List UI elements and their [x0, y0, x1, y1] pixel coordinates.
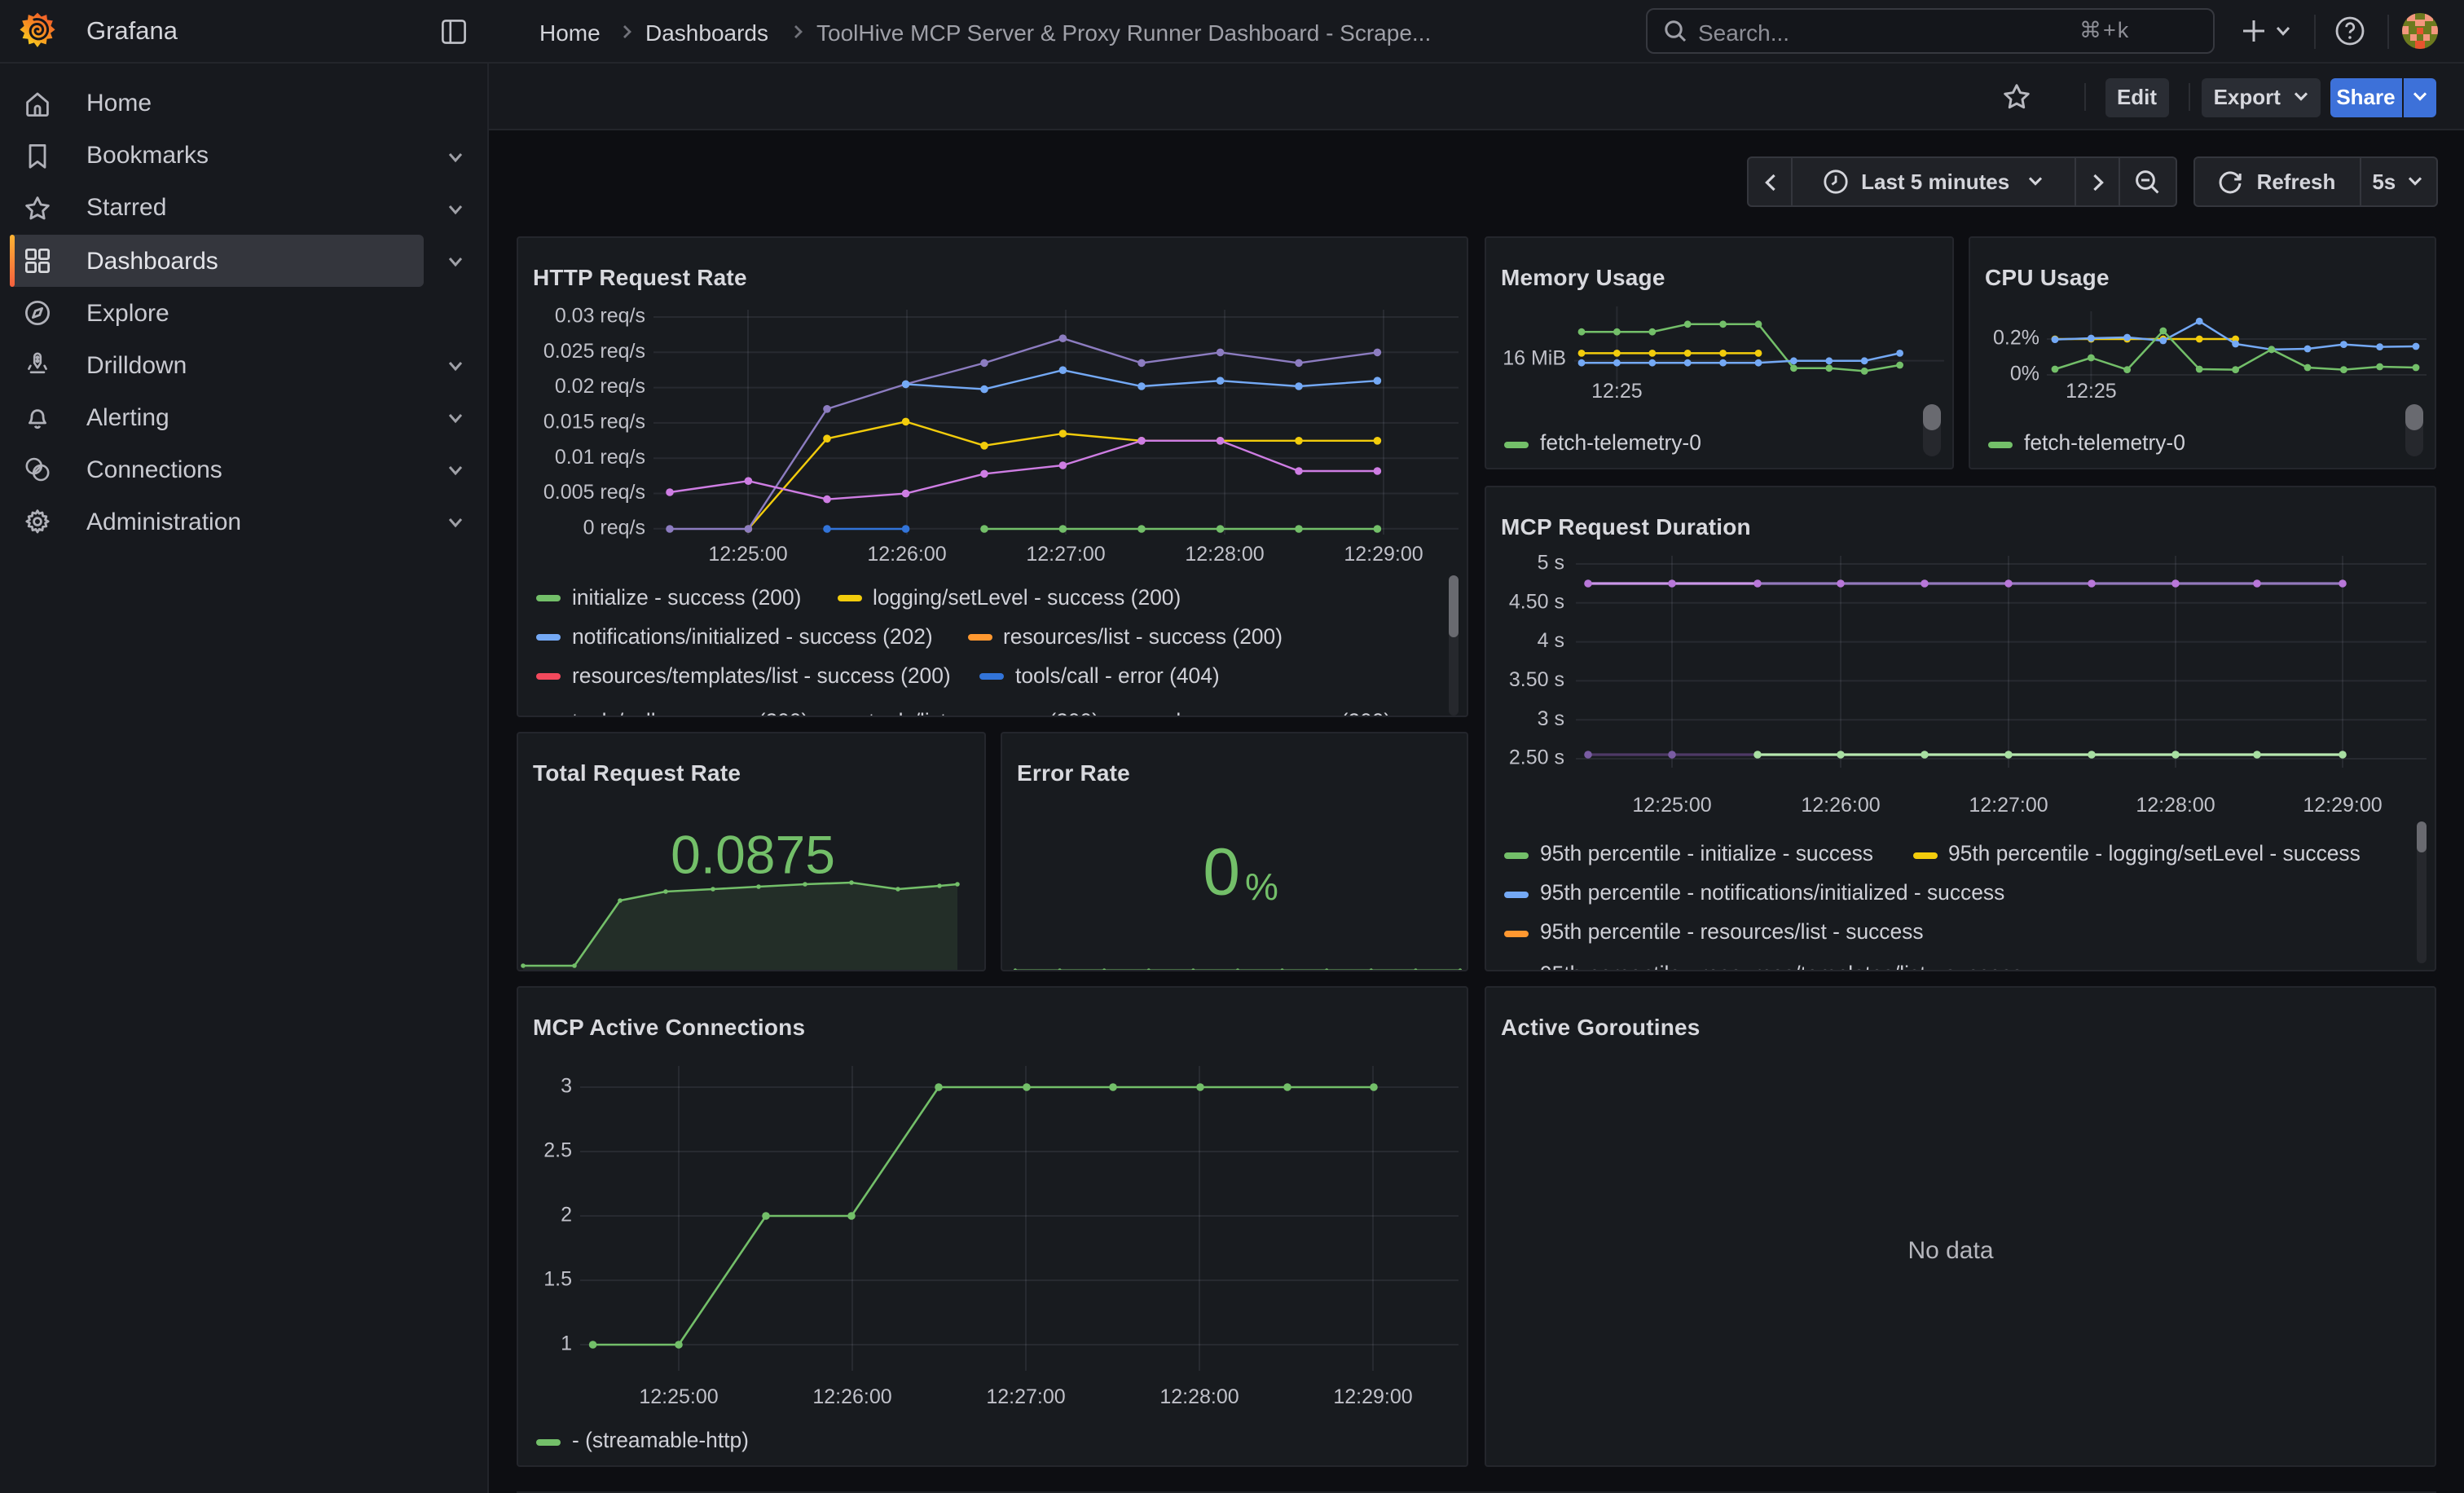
svg-text:0.2%: 0.2%: [1993, 327, 2039, 350]
svg-text:0.03 req/s: 0.03 req/s: [555, 305, 645, 328]
svg-text:12:25:00: 12:25:00: [639, 1385, 718, 1408]
svg-text:12:25: 12:25: [1591, 380, 1643, 403]
svg-text:0.005 req/s: 0.005 req/s: [543, 481, 645, 504]
svg-text:12:26:00: 12:26:00: [1801, 794, 1880, 817]
svg-text:12:27:00: 12:27:00: [1969, 794, 2048, 817]
svg-text:0: 0: [1203, 835, 1240, 909]
svg-text:12:25:00: 12:25:00: [1632, 794, 1711, 817]
svg-text:12:26:00: 12:26:00: [867, 543, 946, 566]
svg-text:12:29:00: 12:29:00: [2303, 794, 2382, 817]
svg-text:2: 2: [561, 1204, 572, 1227]
svg-text:4 s: 4 s: [1538, 629, 1564, 652]
svg-text:4.50 s: 4.50 s: [1509, 590, 1564, 613]
svg-text:0.01 req/s: 0.01 req/s: [555, 446, 645, 469]
svg-text:2.50 s: 2.50 s: [1509, 746, 1564, 769]
svg-text:12:25: 12:25: [2066, 380, 2117, 403]
svg-text:12:27:00: 12:27:00: [986, 1385, 1065, 1408]
svg-text:12:27:00: 12:27:00: [1026, 543, 1105, 566]
svg-text:12:28:00: 12:28:00: [1185, 543, 1264, 566]
svg-text:1.5: 1.5: [543, 1268, 572, 1291]
svg-text:0%: 0%: [2010, 363, 2039, 385]
svg-text:2.5: 2.5: [543, 1139, 572, 1162]
svg-text:3: 3: [561, 1075, 572, 1098]
svg-text:0.0875: 0.0875: [671, 824, 835, 884]
svg-text:%: %: [1245, 865, 1278, 908]
svg-text:16 MiB: 16 MiB: [1503, 347, 1566, 370]
svg-text:3.50 s: 3.50 s: [1509, 668, 1564, 691]
svg-text:0.02 req/s: 0.02 req/s: [555, 375, 645, 398]
svg-text:3 s: 3 s: [1538, 707, 1564, 730]
svg-text:0 req/s: 0 req/s: [583, 516, 645, 539]
svg-text:1: 1: [561, 1332, 572, 1355]
svg-text:12:29:00: 12:29:00: [1333, 1385, 1412, 1408]
svg-text:12:29:00: 12:29:00: [1344, 543, 1423, 566]
svg-text:12:28:00: 12:28:00: [2136, 794, 2215, 817]
svg-text:12:28:00: 12:28:00: [1159, 1385, 1239, 1408]
svg-text:12:26:00: 12:26:00: [812, 1385, 891, 1408]
svg-text:0.025 req/s: 0.025 req/s: [543, 340, 645, 363]
svg-text:0.015 req/s: 0.015 req/s: [543, 411, 645, 434]
svg-text:5 s: 5 s: [1538, 552, 1564, 575]
svg-text:12:25:00: 12:25:00: [708, 543, 787, 566]
